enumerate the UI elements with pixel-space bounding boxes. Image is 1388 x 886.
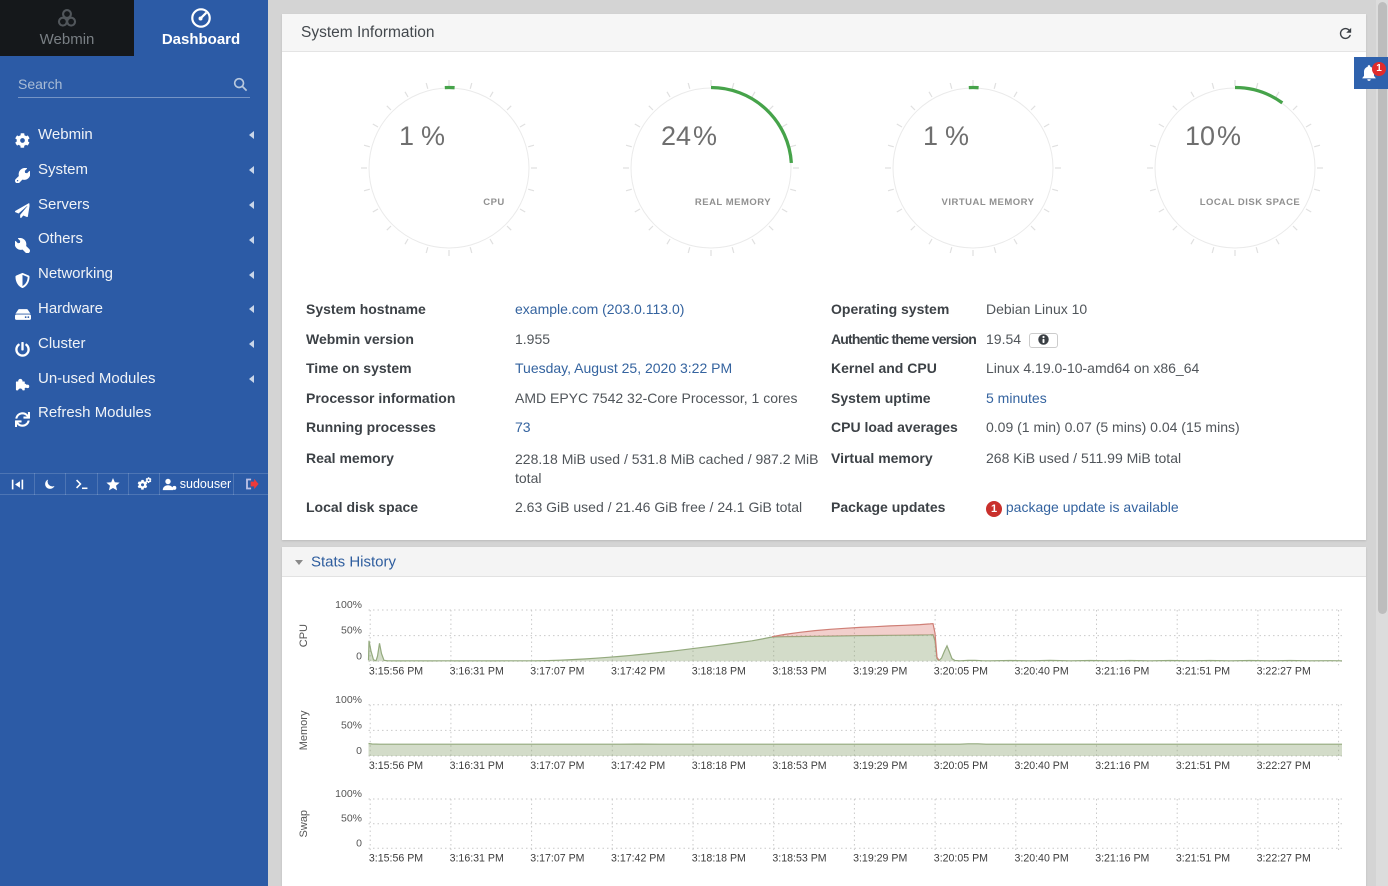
svg-text:3:16:31 PM: 3:16:31 PM xyxy=(450,665,504,677)
svg-text:3:16:31 PM: 3:16:31 PM xyxy=(450,760,504,772)
svg-text:3:17:42 PM: 3:17:42 PM xyxy=(611,665,665,677)
svg-text:0: 0 xyxy=(356,650,362,662)
svg-text:3:21:51 PM: 3:21:51 PM xyxy=(1176,853,1230,865)
svg-text:10%: 10% xyxy=(1185,121,1241,151)
svg-text:3:18:18 PM: 3:18:18 PM xyxy=(692,665,746,677)
svg-text:50%: 50% xyxy=(341,625,362,637)
svg-text:Swap: Swap xyxy=(298,810,310,838)
svg-text:3:18:18 PM: 3:18:18 PM xyxy=(692,853,746,865)
svg-text:3:22:27 PM: 3:22:27 PM xyxy=(1257,853,1311,865)
svg-text:3:16:31 PM: 3:16:31 PM xyxy=(450,853,504,865)
svg-text:3:20:05 PM: 3:20:05 PM xyxy=(934,665,988,677)
svg-text:3:18:53 PM: 3:18:53 PM xyxy=(772,665,826,677)
svg-text:3:21:51 PM: 3:21:51 PM xyxy=(1176,760,1230,772)
svg-text:3:21:16 PM: 3:21:16 PM xyxy=(1095,853,1149,865)
svg-text:100%: 100% xyxy=(335,599,362,611)
svg-text:24%: 24% xyxy=(661,121,717,151)
svg-text:3:21:16 PM: 3:21:16 PM xyxy=(1095,760,1149,772)
svg-text:VIRTUAL MEMORY: VIRTUAL MEMORY xyxy=(941,197,1034,208)
svg-text:3:18:53 PM: 3:18:53 PM xyxy=(772,853,826,865)
svg-text:100%: 100% xyxy=(335,788,362,800)
svg-text:3:15:56 PM: 3:15:56 PM xyxy=(369,760,423,772)
svg-text:1%: 1% xyxy=(399,121,445,151)
svg-text:1%: 1% xyxy=(923,121,969,151)
svg-text:100%: 100% xyxy=(335,694,362,706)
svg-text:3:17:07 PM: 3:17:07 PM xyxy=(530,760,584,772)
svg-text:Memory: Memory xyxy=(298,710,310,750)
svg-text:3:21:16 PM: 3:21:16 PM xyxy=(1095,665,1149,677)
svg-text:CPU: CPU xyxy=(483,197,505,208)
svg-text:3:20:40 PM: 3:20:40 PM xyxy=(1015,853,1069,865)
svg-text:3:15:56 PM: 3:15:56 PM xyxy=(369,665,423,677)
svg-text:3:17:07 PM: 3:17:07 PM xyxy=(530,853,584,865)
svg-text:REAL MEMORY: REAL MEMORY xyxy=(695,197,771,208)
svg-text:LOCAL DISK SPACE: LOCAL DISK SPACE xyxy=(1200,197,1301,208)
svg-text:CPU: CPU xyxy=(298,624,310,647)
svg-text:3:17:42 PM: 3:17:42 PM xyxy=(611,760,665,772)
svg-text:3:19:29 PM: 3:19:29 PM xyxy=(853,665,907,677)
svg-text:3:18:53 PM: 3:18:53 PM xyxy=(772,760,826,772)
svg-text:3:20:05 PM: 3:20:05 PM xyxy=(934,760,988,772)
svg-text:3:20:05 PM: 3:20:05 PM xyxy=(934,853,988,865)
svg-text:3:18:18 PM: 3:18:18 PM xyxy=(692,760,746,772)
svg-text:3:17:07 PM: 3:17:07 PM xyxy=(530,665,584,677)
svg-text:3:20:40 PM: 3:20:40 PM xyxy=(1015,665,1069,677)
svg-text:3:15:56 PM: 3:15:56 PM xyxy=(369,853,423,865)
svg-text:3:22:27 PM: 3:22:27 PM xyxy=(1257,665,1311,677)
svg-text:50%: 50% xyxy=(341,719,362,731)
svg-text:0: 0 xyxy=(356,745,362,757)
svg-text:3:17:42 PM: 3:17:42 PM xyxy=(611,853,665,865)
svg-text:3:21:51 PM: 3:21:51 PM xyxy=(1176,665,1230,677)
svg-text:3:19:29 PM: 3:19:29 PM xyxy=(853,853,907,865)
svg-text:0: 0 xyxy=(356,837,362,849)
svg-text:3:20:40 PM: 3:20:40 PM xyxy=(1015,760,1069,772)
svg-text:3:19:29 PM: 3:19:29 PM xyxy=(853,760,907,772)
svg-text:3:22:27 PM: 3:22:27 PM xyxy=(1257,760,1311,772)
svg-text:50%: 50% xyxy=(341,813,362,825)
